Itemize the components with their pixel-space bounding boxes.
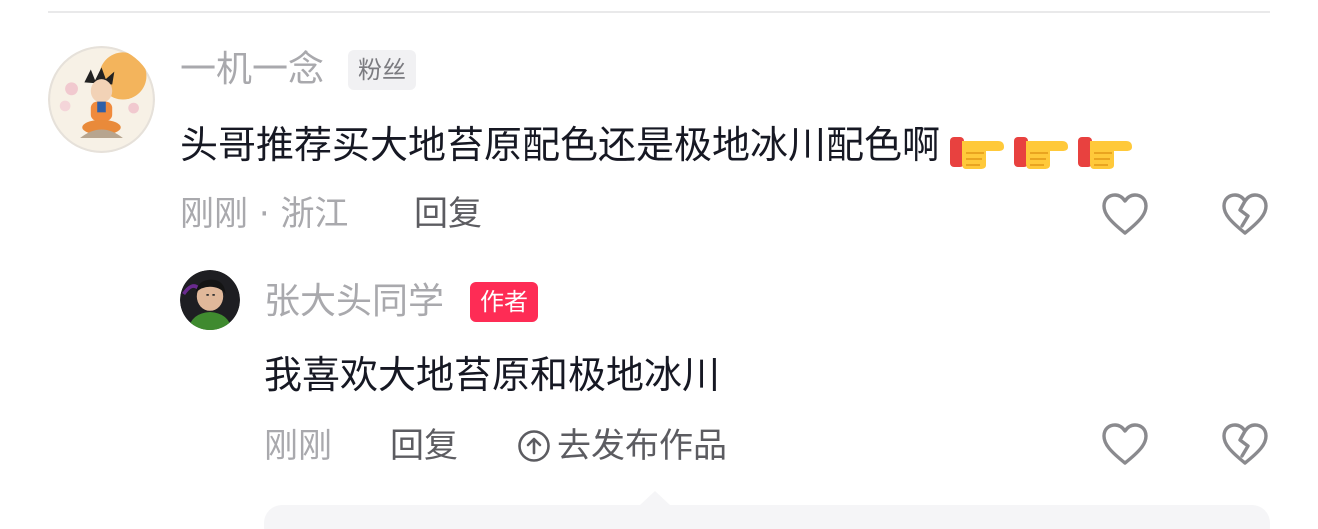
- comment-thread: 一机一念 粉丝 头哥推荐买大地苔原配色还是极地冰川配色啊 刚刚 · 浙江 回复 …: [0, 0, 1318, 529]
- fan-badge: 粉丝: [348, 50, 416, 90]
- comment-reply-button[interactable]: 回复: [414, 192, 482, 236]
- heart-outline-icon[interactable]: [1100, 420, 1150, 470]
- publish-work-button[interactable]: 去发布作品: [517, 424, 727, 468]
- pointing-finger-emoji: [1078, 136, 1133, 169]
- comment-location: 浙江: [280, 194, 349, 234]
- author-badge: 作者: [470, 282, 538, 322]
- emoji-group: [946, 123, 1138, 173]
- broken-heart-icon[interactable]: [1220, 190, 1270, 240]
- publish-label: 去发布作品: [557, 426, 727, 466]
- reply-avatar[interactable]: [180, 270, 240, 330]
- arrow-up-circle-icon: [518, 430, 550, 462]
- comment-meta: 刚刚 · 浙江: [180, 192, 348, 236]
- comment-avatar[interactable]: [48, 46, 155, 153]
- reply-text: 我喜欢大地苔原和极地冰川: [264, 353, 721, 397]
- divider: [48, 11, 1270, 13]
- tooltip-pointer: [639, 491, 671, 506]
- reply-reply-button[interactable]: 回复: [390, 424, 458, 468]
- pointing-finger-emoji: [950, 136, 1005, 169]
- heart-outline-icon[interactable]: [1100, 190, 1150, 240]
- comment-text: 头哥推荐买大地苔原配色还是极地冰川配色啊: [180, 120, 1138, 173]
- reply-time: 刚刚: [264, 426, 332, 466]
- comment-text-body: 头哥推荐买大地苔原配色还是极地冰川配色啊: [180, 123, 941, 167]
- meta-separator: ·: [258, 194, 270, 234]
- broken-heart-icon[interactable]: [1220, 420, 1270, 470]
- comment-time: 刚刚: [180, 194, 248, 234]
- comment-username[interactable]: 一机一念: [180, 48, 324, 92]
- pointing-finger-emoji: [1014, 136, 1069, 169]
- reply-username[interactable]: 张大头同学: [264, 280, 444, 324]
- publish-prompt-card: [264, 505, 1270, 529]
